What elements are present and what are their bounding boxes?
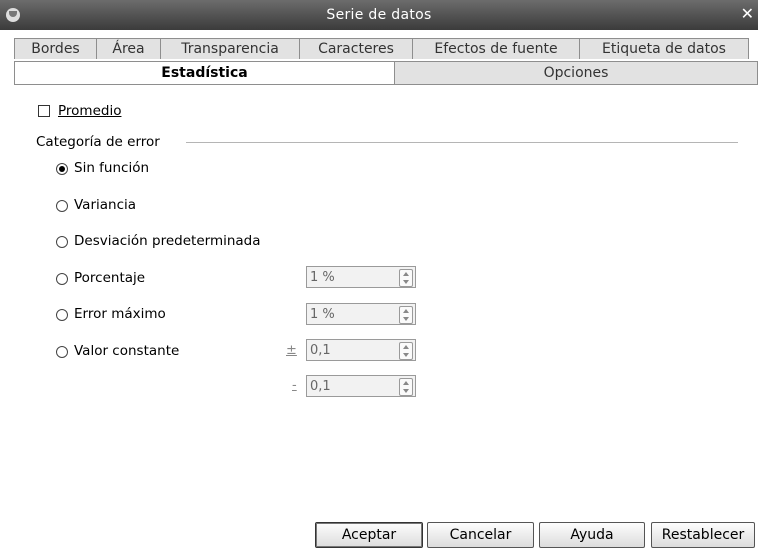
spin-arrows-icon[interactable] <box>399 269 413 287</box>
error-category-heading: Categoría de error <box>36 134 160 150</box>
porcentaje-spinner[interactable]: 1 % <box>306 266 416 288</box>
tab-efectos-de-fuente[interactable]: Efectos de fuente <box>412 38 580 59</box>
promedio-label[interactable]: Promedio <box>58 103 121 119</box>
variancia-label[interactable]: Variancia <box>74 197 136 213</box>
desviacion-label[interactable]: Desviación predeterminada <box>74 233 261 249</box>
tab-caracteres[interactable]: Caracteres <box>299 38 413 59</box>
tab-estadistica[interactable]: Estadística <box>14 61 395 85</box>
desviacion-radio[interactable] <box>56 236 68 248</box>
porcentaje-value: 1 % <box>310 270 335 285</box>
spin-arrows-icon[interactable] <box>399 306 413 324</box>
sin-funcion-label[interactable]: Sin función <box>74 160 149 176</box>
tab-bordes[interactable]: Bordes <box>14 38 97 59</box>
tab-row-2: Estadística Opciones <box>14 61 758 85</box>
error-maximo-radio[interactable] <box>56 309 68 321</box>
sin-funcion-radio[interactable] <box>56 163 68 175</box>
tab-opciones[interactable]: Opciones <box>394 61 758 85</box>
minus-sign-label: - <box>292 378 297 393</box>
valor-constante-label[interactable]: Valor constante <box>74 343 179 359</box>
tab-row-1: Bordes Área Transparencia Caracteres Efe… <box>14 38 749 59</box>
error-maximo-label[interactable]: Error máximo <box>74 306 166 322</box>
tab-area[interactable]: Área <box>96 38 161 59</box>
error-maximo-value: 1 % <box>310 307 335 322</box>
error-maximo-spinner[interactable]: 1 % <box>306 303 416 325</box>
spin-arrows-icon[interactable] <box>399 342 413 360</box>
minus-value: 0,1 <box>310 379 331 394</box>
minus-value-spinner[interactable]: 0,1 <box>306 375 416 397</box>
help-button[interactable]: Ayuda <box>539 522 645 548</box>
tab-etiqueta-de-datos[interactable]: Etiqueta de datos <box>579 38 749 59</box>
window-title: Serie de datos <box>326 7 432 23</box>
plus-value-spinner[interactable]: 0,1 <box>306 339 416 361</box>
title-bar: Serie de datos ✕ <box>0 0 758 30</box>
close-icon[interactable]: ✕ <box>741 4 754 23</box>
porcentaje-label[interactable]: Porcentaje <box>74 270 145 286</box>
cancel-button[interactable]: Cancelar <box>427 522 534 548</box>
tab-transparencia[interactable]: Transparencia <box>160 38 300 59</box>
plus-sign-label: ± <box>286 343 297 358</box>
error-category-separator <box>186 142 738 143</box>
porcentaje-radio[interactable] <box>56 273 68 285</box>
tab-panel-border <box>14 84 758 85</box>
plus-value: 0,1 <box>310 343 331 358</box>
variancia-radio[interactable] <box>56 200 68 212</box>
ok-button[interactable]: Aceptar <box>315 522 423 548</box>
promedio-checkbox[interactable] <box>38 105 50 117</box>
reset-button[interactable]: Restablecer <box>651 522 755 548</box>
valor-constante-radio[interactable] <box>56 346 68 358</box>
spin-arrows-icon[interactable] <box>399 378 413 396</box>
